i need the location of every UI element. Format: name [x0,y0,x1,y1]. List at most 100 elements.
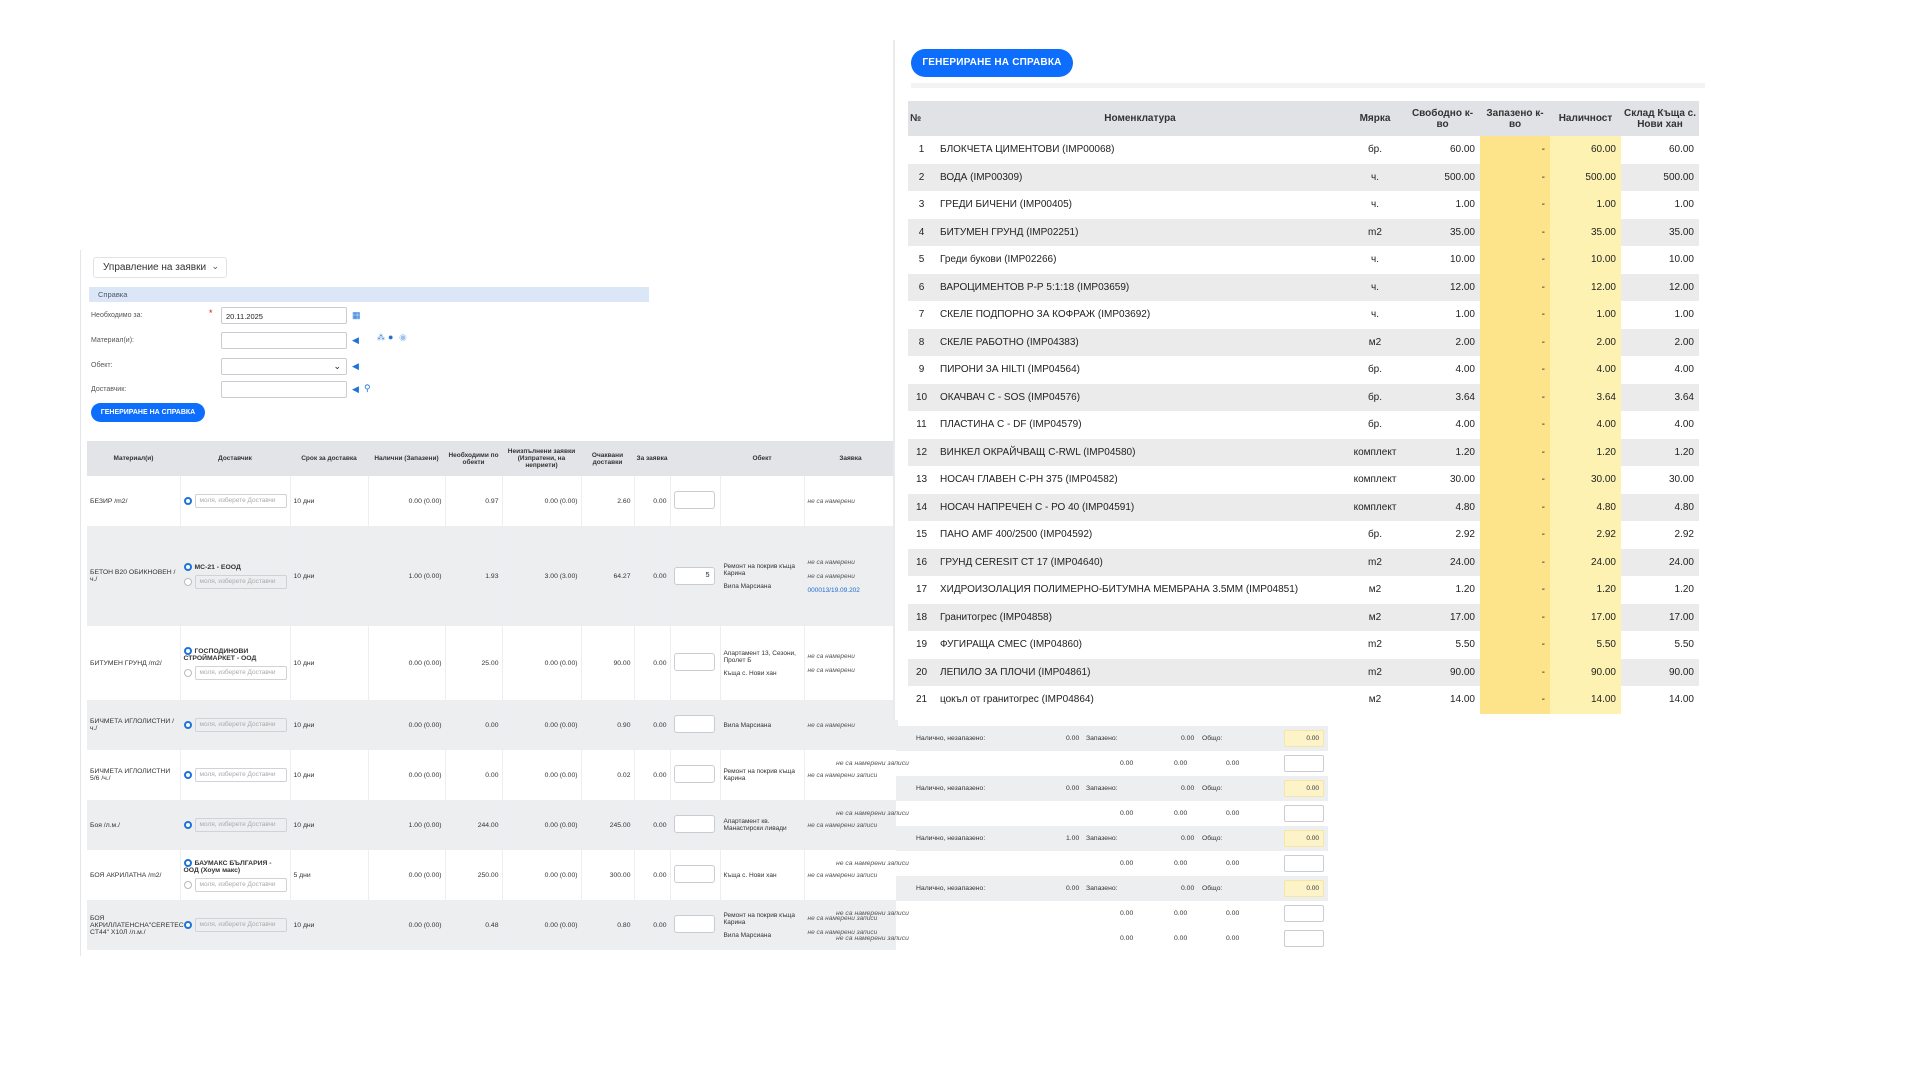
clear-icon[interactable]: ◀ [352,385,359,394]
radio-selected-icon[interactable] [183,771,192,779]
table-row: БОЯ АКРИЛАТНА /m2/БАУМАКС БЪЛГАРИЯ - ООД… [87,850,898,900]
qty-input[interactable] [673,653,715,671]
table-row: 20 ЛЕПИЛО ЗА ПЛОЧИ (IMP04861) m2 90.00-90.0… [908,658,1699,686]
supplier-picker[interactable]: моля, изберете Доставчи [194,768,287,782]
supplier-option[interactable]: моля, изберете Доставчи [183,877,287,892]
table-row: 8 СКЕЛЕ РАБОТНО (IMP04383) м2 2.00-2.00 2.00 [908,328,1699,356]
qty-input[interactable] [1284,805,1324,822]
material-input[interactable] [221,332,347,349]
generate-report-button[interactable]: ГЕНЕРИРАНЕ НА СПРАВКА [91,403,205,422]
warehouse-cell: 24.00 [1621,548,1699,576]
radio-selected-icon[interactable] [183,497,192,505]
supplier-option[interactable]: моля, изберете Доставчи [183,575,287,589]
request-cell: не са намерени не са намерени 000013/19.09… [804,526,898,626]
reserved-qty-cell: - [1480,383,1550,411]
row-number: 3 [908,191,935,219]
free-qty-cell: 4.80 [1405,493,1480,521]
qty-input[interactable] [673,765,715,783]
available-value: 1.00 [1066,835,1080,842]
unit-cell: m2 [1345,658,1405,686]
calendar-icon[interactable]: ▦ [352,311,361,320]
summary-row: Налично, незапазено: 0.00 Запазено: 0.00 Общ… [896,776,1328,801]
clear-icon[interactable]: ◀ [352,336,359,345]
search-icon[interactable]: ⚲ [364,384,371,393]
qty-input[interactable] [1284,930,1324,947]
table-row: БЕТОН В20 ОБИКНОВЕН / ч./ МС-21 - ЕООД мол… [87,526,898,626]
reserved-qty-cell: - [1480,163,1550,191]
supplier-picker[interactable]: моля, изберете Доставчи [194,818,287,832]
supplier-option[interactable]: ГОСПОДИНОВИ СТРОЙМАРКЕТ - ООД [183,646,287,662]
free-qty-cell: 4.00 [1405,356,1480,384]
open-requests-cell: 0.00 (0.00) [502,800,582,850]
radio-icon[interactable] [183,880,192,889]
nomenclature-cell: ПИРОНИ ЗА HILTI (IMP04564) [935,356,1345,384]
supplier-picker[interactable]: моля, изберете Доставчи [194,575,287,589]
qty-input[interactable] [673,715,715,733]
radio-selected-icon[interactable] [183,921,192,929]
supplier-picker[interactable]: моля, изберете Доставчи [194,718,287,732]
request-note: не са намерени записи [836,760,909,767]
open-requests-cell: 3.00 (3.00) [502,526,582,626]
generate-report-button[interactable]: ГЕНЕРИРАНЕ НА СПРАВКА [911,49,1073,77]
radio-icon[interactable] [183,578,192,586]
module-select[interactable]: Управление на заявки ⌄ [93,257,227,278]
request-cell: не са намерени записи не са намерени запи… [804,900,898,950]
nomenclature-cell: БИТУМЕН ГРУНД (IMP02251) [935,218,1345,246]
radio-selected-icon[interactable] [183,821,192,829]
qty-input[interactable] [1284,855,1324,872]
open-requests-cell: 0.00 (0.00) [502,750,582,800]
supplier-option[interactable]: МС-21 - ЕООД [183,563,287,571]
tree-icon[interactable]: ⁂ [377,334,385,342]
table-row: 1 БЛОКЧЕТА ЦИМЕНТОВИ (IMP00068) бр. 60.00-6… [908,136,1699,164]
add-circle-icon[interactable]: ● [388,333,393,342]
warehouse-cell: 4.00 [1621,356,1699,384]
nomenclature-cell: СКЕЛЕ РАБОТНО (IMP04383) [935,328,1345,356]
reserved-value: 0.00 [1181,835,1195,842]
radio-icon[interactable] [183,668,192,677]
available-value: 0.00 [1066,785,1080,792]
column-header[interactable]: Срок за доставка [290,441,368,476]
radio-selected-icon[interactable] [183,721,192,729]
request-link[interactable]: 000013/19.09.202 [808,587,894,594]
for-order-cell: 0.00 [634,476,671,526]
expected-cell: 245.00 [581,800,635,850]
value-cell: 0.00 [1174,935,1188,942]
warehouse-cell: 17.00 [1621,603,1699,631]
expected-cell: 64.27 [581,526,635,626]
qty-input[interactable] [673,815,715,833]
request-cell: не са намерени записи [804,750,898,800]
qty-input[interactable] [673,865,715,883]
column-header: Очаквани доставки [581,441,634,476]
stock-cell: 12.00 [1550,273,1621,301]
radio-selected-icon[interactable] [183,858,192,867]
clear-icon[interactable]: ◀ [352,362,359,371]
nomenclature-cell: ОКАЧВАЧ С - SOS (IMP04576) [935,383,1345,411]
supplier-picker[interactable]: моля, изберете Доставчи [194,494,287,508]
needed-cell: 0.00 [445,750,503,800]
supplier-picker[interactable]: моля, изберете Доставчи [194,877,287,892]
qty-input[interactable] [673,915,715,933]
supplier-input[interactable] [221,381,347,398]
reserved-qty-cell: - [1480,136,1550,164]
qty-input[interactable]: 5 [673,567,715,585]
qty-input[interactable] [1284,755,1324,772]
object-select[interactable]: ⌄ [221,358,347,375]
table-row: 19 ФУГИРАЩА СМЕС (IMP04860) m2 5.50-5.50 5.5… [908,631,1699,659]
radio-selected-icon[interactable] [183,646,192,655]
supplier-option[interactable]: БАУМАКС БЪЛГАРИЯ - ООД (Хоум макс) [183,858,287,874]
needed-cell: 244.00 [445,800,503,850]
request-note: не са намерени записи [807,771,878,779]
summary-row: Налично, незапазено: 0.00 Запазено: 0.00 Общ… [896,876,1328,901]
supplier-option[interactable]: моля, изберете Доставчи [183,665,287,680]
request-note: не са намерени [807,721,855,729]
info-circle-icon[interactable]: ◉ [399,333,407,342]
delivery-term-cell: 10 дни [290,476,369,526]
supplier-picker[interactable]: моля, изберете Доставчи [194,665,287,680]
warehouse-cell: 1.00 [1621,191,1699,219]
qty-input[interactable] [1284,905,1324,922]
supplier-picker[interactable]: моля, изберете Доставчи [194,918,287,932]
supplier-cell: ГОСПОДИНОВИ СТРОЙМАРКЕТ - ООД моля, избер… [180,626,291,700]
qty-input[interactable] [673,491,715,509]
radio-selected-icon[interactable] [183,563,192,571]
date-input[interactable]: 20.11.2025 [221,307,347,324]
